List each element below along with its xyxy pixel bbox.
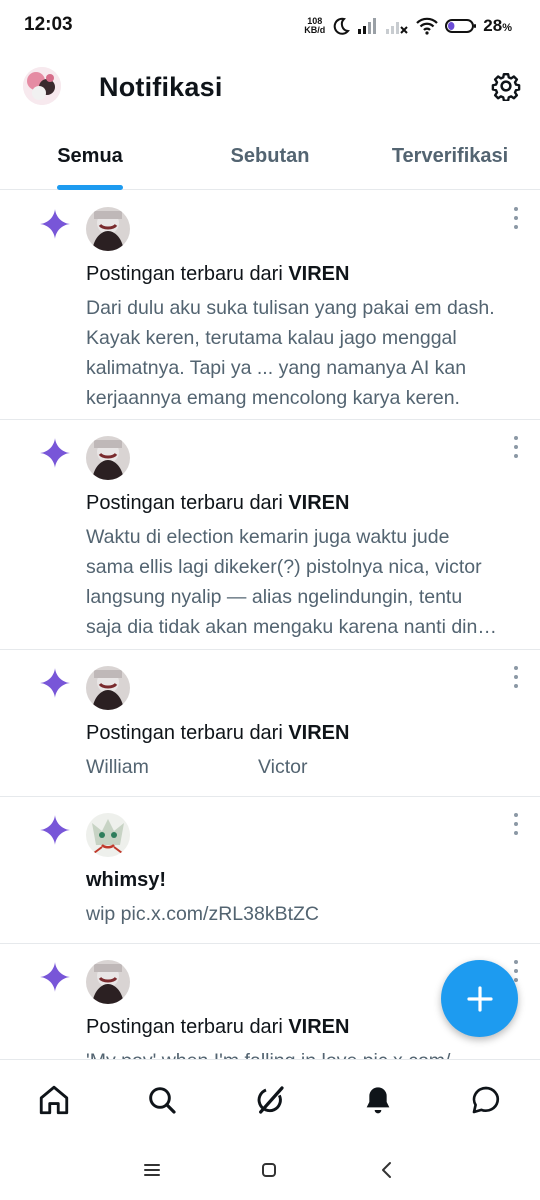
title-prefix: Postingan terbaru dari bbox=[86, 492, 289, 514]
grok-icon bbox=[257, 1086, 284, 1114]
notification-body: 'My pov' when I'm falling in love pic.x.… bbox=[86, 1046, 526, 1059]
system-navigation bbox=[0, 1137, 540, 1200]
body-text-victor: Victor bbox=[258, 756, 308, 778]
nav-home[interactable] bbox=[34, 1080, 74, 1120]
signal-icon bbox=[358, 18, 377, 34]
sparkle-icon bbox=[40, 438, 70, 468]
profile-avatar[interactable] bbox=[23, 67, 61, 105]
body-line: sama ellis lagi dikeker(?) pistolnya nic… bbox=[86, 556, 482, 578]
network-speed-unit: KB/d bbox=[304, 25, 326, 35]
search-icon bbox=[149, 1087, 176, 1114]
notification-title: Postingan terbaru dari VIREN bbox=[86, 492, 349, 515]
notification-item[interactable]: Postingan terbaru dari VIREN William Vict… bbox=[0, 650, 540, 797]
back-system-button[interactable] bbox=[372, 1155, 402, 1185]
notification-feed[interactable]: Postingan terbaru dari VIREN Dari dulu a… bbox=[0, 191, 540, 1059]
home-icon bbox=[39, 1085, 69, 1115]
sparkle-icon bbox=[40, 962, 70, 992]
body-text-william: William bbox=[86, 756, 149, 778]
square-icon bbox=[262, 1163, 276, 1177]
battery-percent-value: 28 bbox=[483, 16, 503, 35]
avatar[interactable] bbox=[86, 813, 130, 857]
recent-apps-button[interactable] bbox=[137, 1155, 167, 1185]
gear-icon bbox=[491, 72, 521, 101]
messages-icon bbox=[472, 1086, 500, 1114]
network-speed: 108 KB/d bbox=[304, 17, 325, 35]
bell-icon bbox=[366, 1087, 390, 1114]
notification-title: Postingan terbaru dari VIREN bbox=[86, 722, 349, 745]
notification-title: whimsy! bbox=[86, 869, 167, 891]
tab-semua[interactable]: Semua bbox=[0, 122, 180, 190]
sparkle-icon bbox=[40, 668, 70, 698]
body-line: Kayak keren, terutama kalau jago menggal bbox=[86, 327, 457, 349]
title-prefix: Postingan terbaru dari bbox=[86, 263, 289, 285]
more-options-icon[interactable] bbox=[512, 960, 520, 982]
sparkle-icon bbox=[40, 209, 70, 239]
avatar[interactable] bbox=[86, 960, 130, 1004]
active-tab-indicator bbox=[57, 185, 123, 190]
profile-avatar-image bbox=[23, 67, 61, 105]
body-line: langsung nyalip — alias ngelindungin, te… bbox=[86, 586, 463, 608]
home-system-button[interactable] bbox=[254, 1155, 284, 1185]
avatar[interactable] bbox=[86, 207, 130, 251]
title-prefix: Postingan terbaru dari bbox=[86, 722, 289, 744]
author-name[interactable]: VIREN bbox=[288, 722, 349, 744]
notification-body: Dari dulu aku suka tulisan yang pakai em… bbox=[86, 293, 526, 413]
notification-title: Postingan terbaru dari VIREN bbox=[86, 1016, 349, 1039]
body-line: Waktu di election kemarin juga waktu jud… bbox=[86, 526, 450, 548]
author-name[interactable]: VIREN bbox=[288, 263, 349, 285]
plus-icon bbox=[466, 985, 493, 1012]
notification-item[interactable]: whimsy! wip pic.x.com/zRL38kBtZC bbox=[0, 797, 540, 944]
notification-title: Postingan terbaru dari VIREN bbox=[86, 263, 349, 286]
wifi-icon bbox=[416, 17, 439, 35]
body-line: kerjaannya emang mencolong karya keren. bbox=[86, 387, 460, 409]
notification-body: Waktu di election kemarin juga waktu jud… bbox=[86, 522, 526, 642]
title-prefix: Postingan terbaru dari bbox=[86, 1016, 289, 1038]
status-bar: 12:03 108 KB/d 28% bbox=[0, 0, 540, 52]
tab-terverifikasi[interactable]: Terverifikasi bbox=[360, 122, 540, 190]
notification-body: wip pic.x.com/zRL38kBtZC bbox=[86, 903, 319, 925]
compose-button[interactable] bbox=[441, 960, 518, 1037]
signal-no-service-icon bbox=[386, 22, 409, 34]
moon-icon bbox=[334, 17, 351, 35]
avatar[interactable] bbox=[86, 436, 130, 480]
body-line: kalimatnya. Tapi ya ... yang namanya AI … bbox=[86, 357, 467, 379]
notification-item[interactable]: Postingan terbaru dari VIREN Dari dulu a… bbox=[0, 191, 540, 420]
nav-messages[interactable] bbox=[466, 1080, 506, 1120]
nav-grok[interactable] bbox=[250, 1080, 290, 1120]
status-icons: 108 KB/d 28% bbox=[304, 14, 512, 38]
battery-percent-unit: % bbox=[502, 22, 512, 34]
nav-search[interactable] bbox=[142, 1080, 182, 1120]
avatar[interactable] bbox=[86, 666, 130, 710]
notification-body: William Victor bbox=[86, 752, 526, 782]
tab-sebutan[interactable]: Sebutan bbox=[180, 122, 360, 190]
menu-lines-icon bbox=[144, 1164, 160, 1176]
notification-item[interactable]: Postingan terbaru dari VIREN Waktu di el… bbox=[0, 420, 540, 650]
body-line: Dari dulu aku suka tulisan yang pakai em… bbox=[86, 297, 495, 319]
more-options-icon[interactable] bbox=[512, 207, 520, 229]
notification-tabs: Semua Sebutan Terverifikasi bbox=[0, 122, 540, 190]
more-options-icon[interactable] bbox=[512, 436, 520, 458]
more-options-icon[interactable] bbox=[512, 813, 520, 835]
status-time: 12:03 bbox=[24, 14, 73, 35]
battery-icon bbox=[445, 19, 477, 33]
back-chevron-icon bbox=[382, 1162, 391, 1178]
author-name[interactable]: VIREN bbox=[288, 492, 349, 514]
bottom-navigation bbox=[0, 1059, 540, 1137]
nav-notifications[interactable] bbox=[358, 1080, 398, 1120]
more-options-icon[interactable] bbox=[512, 666, 520, 688]
page-title: Notifikasi bbox=[99, 72, 223, 102]
battery-percent: 28% bbox=[483, 16, 512, 36]
body-line: saja dia tidak akan mengaku karena nanti… bbox=[86, 616, 497, 638]
settings-button[interactable] bbox=[488, 68, 524, 104]
author-name[interactable]: VIREN bbox=[288, 1016, 349, 1038]
app-header: Notifikasi bbox=[0, 52, 540, 122]
sparkle-icon bbox=[40, 815, 70, 845]
